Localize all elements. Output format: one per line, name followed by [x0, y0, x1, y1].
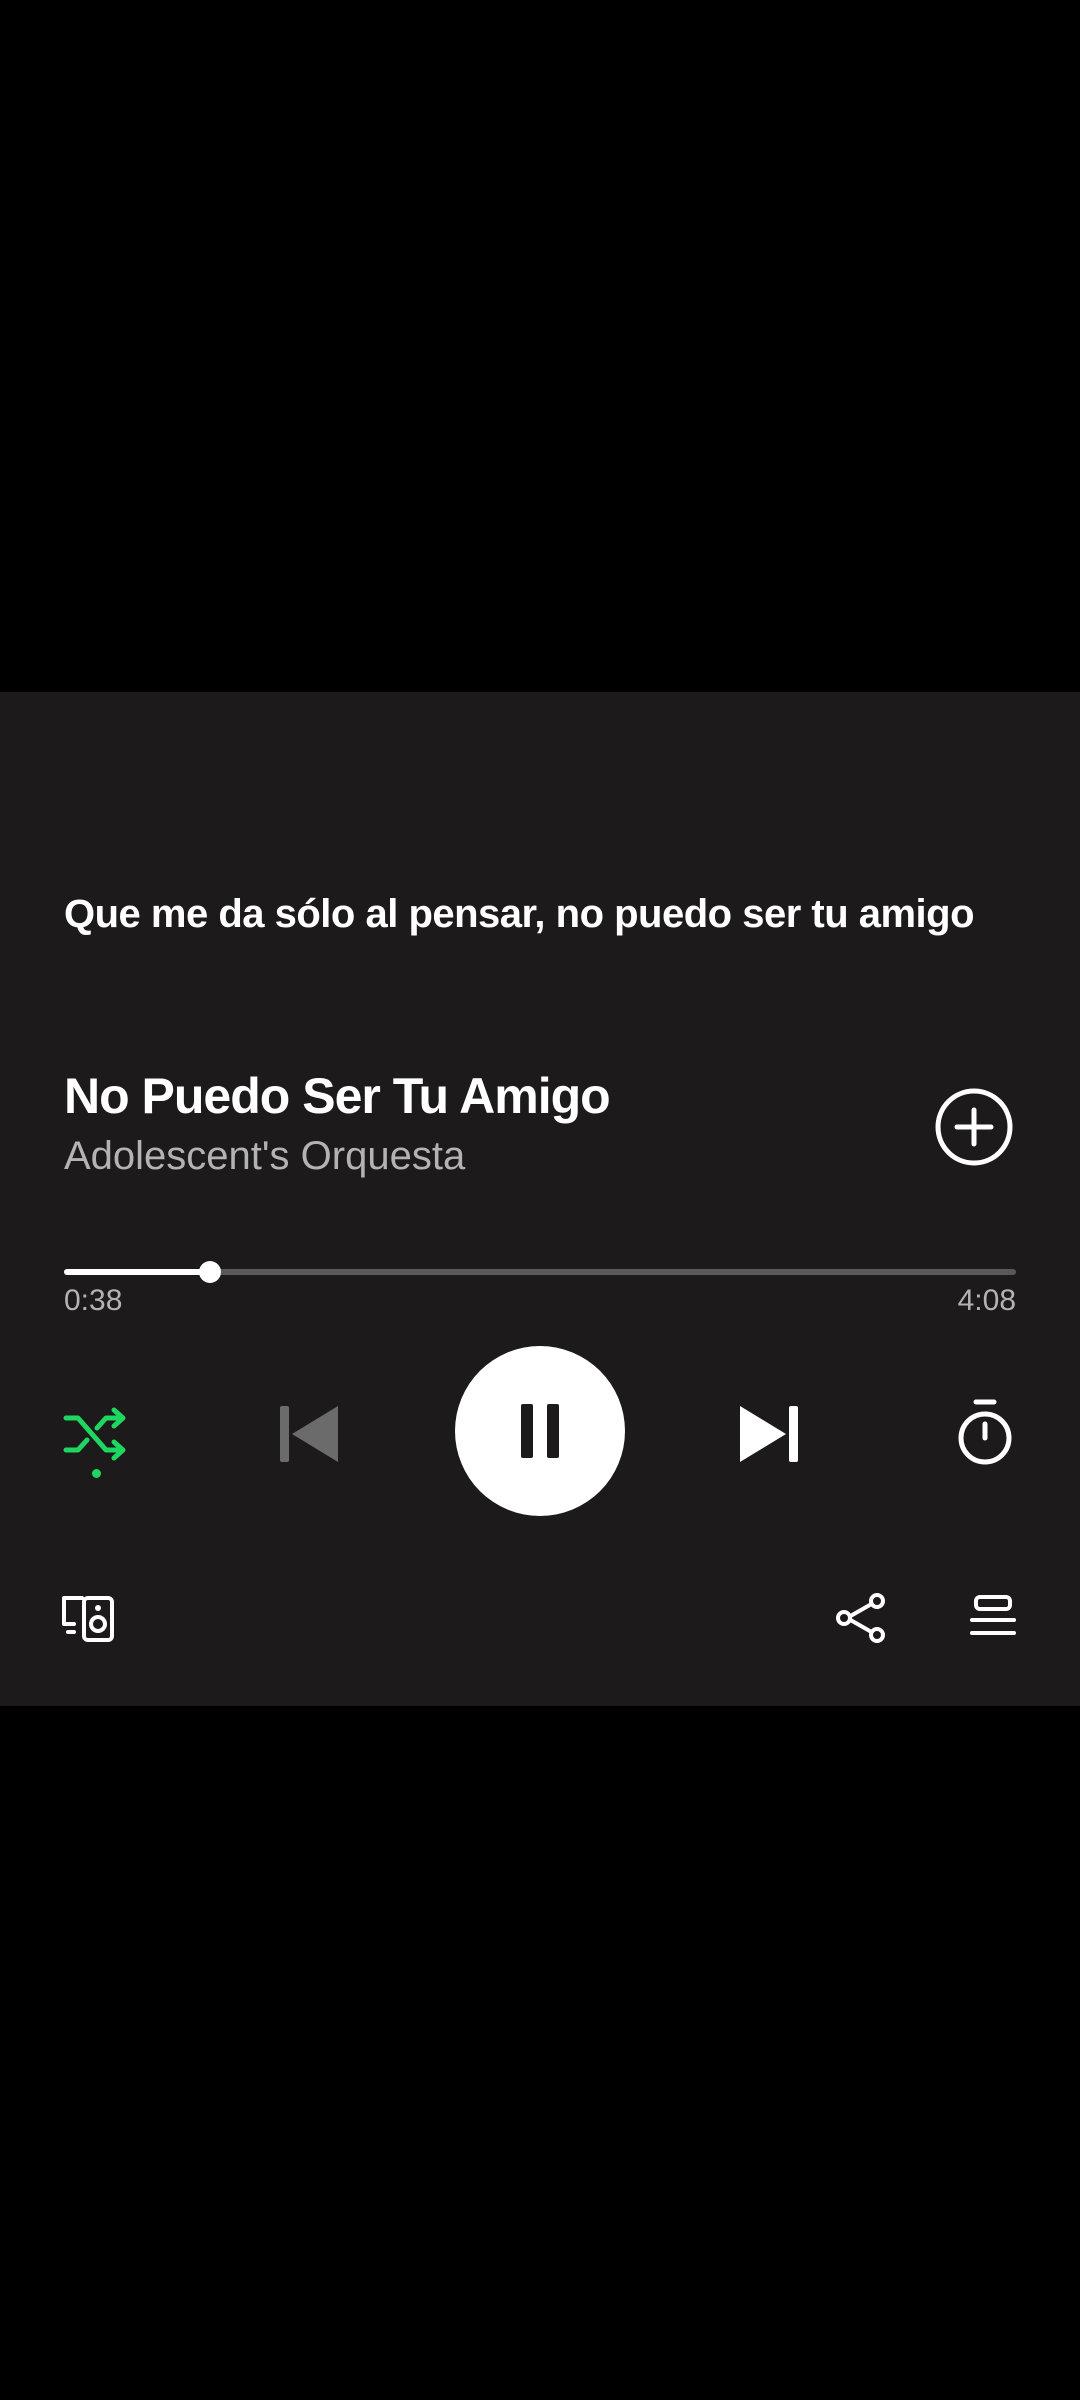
play-pause-button[interactable] [455, 1346, 625, 1516]
add-to-library-button[interactable] [933, 1086, 1015, 1168]
elapsed-time: 0:38 [64, 1284, 123, 1317]
track-artist[interactable]: Adolescent's Orquesta [64, 1134, 465, 1179]
shuffle-button[interactable] [60, 1398, 132, 1470]
add-circle-icon [935, 1088, 1013, 1166]
timer-icon [958, 1399, 1012, 1465]
progress-thumb[interactable] [198, 1261, 221, 1283]
next-track-button[interactable] [730, 1396, 806, 1472]
pause-icon [521, 1404, 559, 1458]
connect-devices-icon [62, 1596, 114, 1642]
now-playing-panel: Que me da sólo al pensar, no puedo ser t… [0, 692, 1080, 1706]
track-title[interactable]: No Puedo Ser Tu Amigo [64, 1067, 611, 1125]
share-icon [836, 1593, 885, 1643]
total-duration: 4:08 [957, 1284, 1016, 1317]
shuffle-icon [63, 1407, 126, 1461]
connect-devices-button[interactable] [58, 1592, 118, 1644]
skip-previous-icon [280, 1406, 338, 1462]
progress-slider[interactable] [64, 1252, 1016, 1292]
previous-track-button[interactable] [272, 1396, 348, 1472]
queue-button[interactable] [968, 1592, 1018, 1642]
shuffle-active-dot [92, 1469, 101, 1478]
share-button[interactable] [834, 1591, 888, 1645]
lyric-line[interactable]: Que me da sólo al pensar, no puedo ser t… [64, 892, 1024, 937]
skip-next-icon [740, 1406, 798, 1462]
sleep-timer-button[interactable] [945, 1394, 1025, 1474]
progress-fill [64, 1269, 210, 1275]
queue-icon [970, 1595, 1016, 1635]
